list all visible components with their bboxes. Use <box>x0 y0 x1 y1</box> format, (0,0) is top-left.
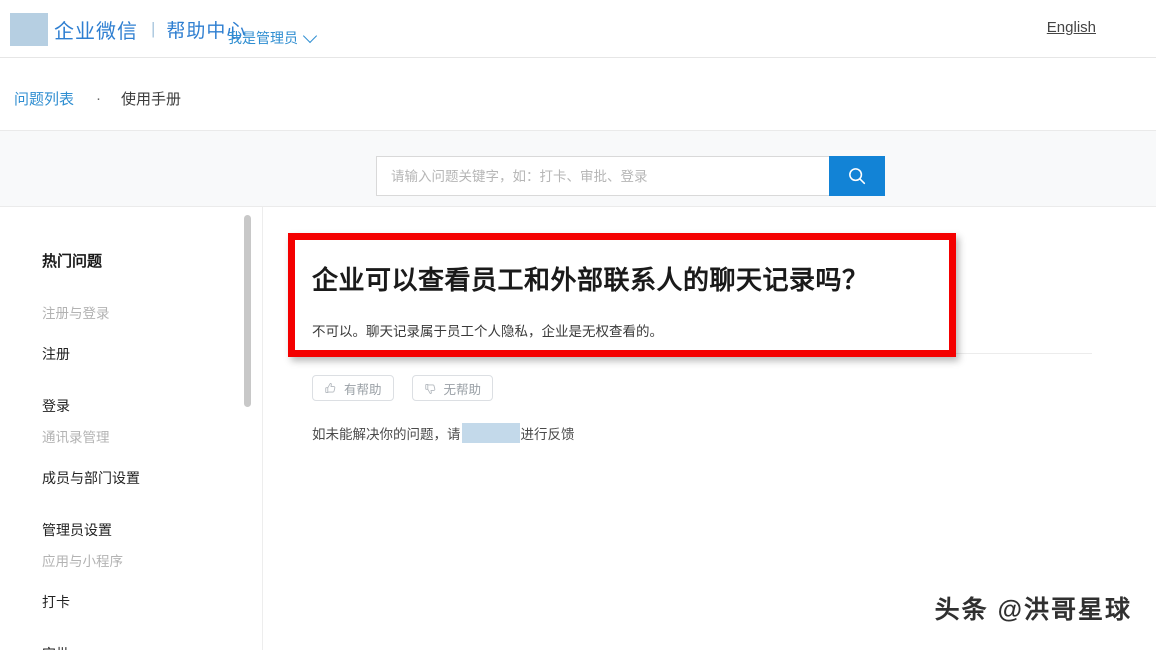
helpful-button-label: 有帮助 <box>344 382 382 397</box>
vote-row: 有帮助 无帮助 <box>312 375 494 401</box>
feedback-suffix: 进行反馈 <box>520 427 575 442</box>
watermark: 头条 @洪哥星球 <box>934 596 1132 624</box>
role-selector[interactable]: 我是管理员 <box>228 28 318 48</box>
feedback-link-redacted[interactable] <box>461 423 520 443</box>
wecom-logo-icon <box>10 12 48 46</box>
sidebar-item-login[interactable]: 登录 <box>42 396 242 416</box>
language-switch-link[interactable]: English <box>1047 19 1096 36</box>
not-helpful-button[interactable]: 无帮助 <box>411 375 494 401</box>
sidebar-item-approval[interactable]: 审批 <box>42 644 242 650</box>
sidebar-item-register[interactable]: 注册 <box>42 344 242 364</box>
sidebar: 热门问题 注册与登录 注册 登录 通讯录管理 成员与部门设置 管理员设置 应用与… <box>0 207 263 650</box>
sidebar-item-clock-in[interactable]: 打卡 <box>42 592 242 612</box>
brand[interactable]: 企业微信 | 帮助中心 <box>10 12 246 46</box>
sidebar-group-apps: 应用与小程序 打卡 审批 <box>42 550 242 650</box>
sidebar-group-title: 通讯录管理 <box>42 430 110 445</box>
article-title: 企业可以查看员工和外部联系人的聊天记录吗？ <box>312 265 869 296</box>
sub-navigation: 问题列表 · 使用手册 <box>0 58 1156 131</box>
feedback-prefix: 如未能解决你的问题，请 <box>312 427 461 442</box>
thumbs-down-icon <box>424 383 435 394</box>
brand-name[interactable]: 企业微信 <box>54 15 138 44</box>
search-input[interactable] <box>376 156 829 196</box>
page-body: 热门问题 注册与登录 注册 登录 通讯录管理 成员与部门设置 管理员设置 应用与… <box>0 207 1156 650</box>
sidebar-group-title: 注册与登录 <box>42 306 110 321</box>
search-button[interactable] <box>829 156 885 196</box>
sidebar-item-admin-settings[interactable]: 管理员设置 <box>42 520 242 540</box>
sidebar-group-title: 应用与小程序 <box>42 554 123 569</box>
not-helpful-button-label: 无帮助 <box>443 382 482 397</box>
sidebar-scrollbar-thumb[interactable] <box>244 215 251 407</box>
role-selector-label: 我是管理员 <box>228 30 298 46</box>
tab-user-manual[interactable]: 使用手册 <box>121 88 181 109</box>
search-icon <box>849 168 866 185</box>
sidebar-item-hot-questions[interactable]: 热门问题 <box>42 250 102 271</box>
feedback-line: 如未能解决你的问题，请 进行反馈 <box>312 423 575 443</box>
sidebar-item-member-department-settings[interactable]: 成员与部门设置 <box>42 468 242 488</box>
article-body: 不可以。聊天记录属于员工个人隐私，企业是无权查看的。 <box>312 323 663 339</box>
tab-question-list[interactable]: 问题列表 <box>14 88 74 109</box>
brand-separator: | <box>151 19 156 38</box>
subnav-dot-separator: · <box>96 90 102 107</box>
top-header: 企业微信 | 帮助中心 English <box>0 0 1156 58</box>
content-divider <box>312 353 1092 354</box>
search-bar <box>376 156 885 196</box>
thumbs-up-icon <box>325 382 336 393</box>
chevron-down-icon <box>302 28 318 44</box>
helpful-button[interactable]: 有帮助 <box>312 375 394 401</box>
article-content: 企业可以查看员工和外部联系人的聊天记录吗？ 不可以。聊天记录属于员工个人隐私，企… <box>264 207 1156 650</box>
